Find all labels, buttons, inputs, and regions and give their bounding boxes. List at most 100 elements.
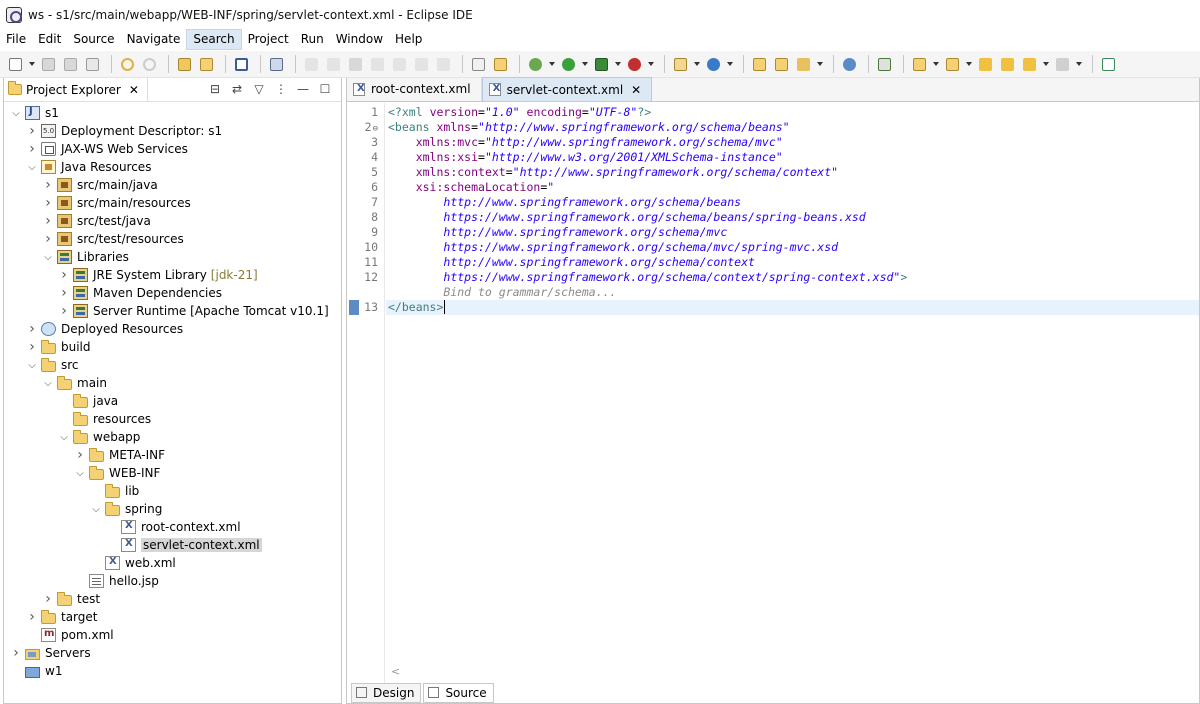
chevron-down-icon[interactable]: ⌵ [10, 104, 22, 122]
close-icon[interactable]: ✕ [129, 83, 139, 97]
run-icon[interactable] [559, 55, 577, 73]
forward-dropdown-icon[interactable] [1075, 55, 1082, 73]
new-icon[interactable] [6, 55, 24, 73]
tree-item-deployment-descriptor-s1[interactable]: › Deployment Descriptor: s1 [26, 122, 222, 140]
pin-icon[interactable] [998, 55, 1016, 73]
chevron-right-icon[interactable]: › [26, 122, 38, 140]
filter-icon[interactable]: ▽ [251, 81, 267, 97]
tree-item-target[interactable]: › target [26, 608, 97, 626]
tree-item-src-main-java[interactable]: › src/main/java [42, 176, 158, 194]
forward-icon[interactable] [1053, 55, 1071, 73]
tree-item-deployed-resources[interactable]: › Deployed Resources [26, 320, 183, 338]
tree-item-maven-dependencies[interactable]: › Maven Dependencies [58, 284, 222, 302]
save-all-icon[interactable] [61, 55, 79, 73]
new-class-icon[interactable] [704, 55, 722, 73]
new-class-dropdown-icon[interactable] [726, 55, 733, 73]
new-java-project-icon[interactable] [671, 55, 689, 73]
tree-item-meta-inf[interactable]: › META-INF [74, 446, 165, 464]
tree-item-java[interactable]: java [58, 392, 118, 410]
tree-item-spring[interactable]: ⌵ spring [90, 500, 162, 518]
new-java-project-dropdown-icon[interactable] [693, 55, 700, 73]
chevron-right-icon[interactable]: › [26, 140, 38, 158]
search-icon[interactable] [875, 55, 893, 73]
collapse-all-icon[interactable]: ⊟ [207, 81, 223, 97]
coverage-icon[interactable] [592, 55, 610, 73]
back-icon[interactable] [1020, 55, 1038, 73]
maximize-icon[interactable]: ☐ [317, 81, 333, 97]
skip-breakpoints-icon[interactable] [267, 55, 285, 73]
print-icon[interactable] [83, 55, 101, 73]
tree-item-test[interactable]: › test [42, 590, 100, 608]
chevron-right-icon[interactable]: › [26, 608, 38, 626]
tab-design[interactable]: Design [351, 682, 422, 703]
tree-item-java-resources[interactable]: ⌵ Java Resources [26, 158, 151, 176]
chevron-right-icon[interactable]: › [42, 194, 54, 212]
run-dropdown-icon[interactable] [581, 55, 588, 73]
chevron-right-icon[interactable]: › [42, 230, 54, 248]
chevron-down-icon[interactable]: ⌵ [42, 374, 54, 392]
open-folder-icon[interactable] [750, 55, 768, 73]
chevron-down-icon[interactable]: ⌵ [74, 464, 86, 482]
open-resource-icon[interactable] [197, 55, 215, 73]
tab-project-explorer[interactable]: Project Explorer ✕ [4, 77, 148, 102]
tree-item-lib[interactable]: lib [90, 482, 139, 500]
resume-icon[interactable] [302, 55, 320, 73]
chevron-right-icon[interactable]: › [58, 266, 70, 284]
minimize-icon[interactable]: — [295, 81, 311, 97]
external-tools-dropdown-icon[interactable] [647, 55, 654, 73]
external-tools-icon[interactable] [625, 55, 643, 73]
chevron-down-icon[interactable]: ⌵ [58, 428, 70, 446]
tree-item-s1[interactable]: ⌵ s1 [10, 104, 59, 122]
step-over-icon[interactable] [412, 55, 430, 73]
menu-run[interactable]: Run [295, 29, 330, 50]
tree-item-web-xml[interactable]: web.xml [90, 554, 176, 572]
tree-item-servlet-context-xml[interactable]: servlet-context.xml [106, 536, 262, 554]
link-with-editor-icon[interactable]: ⇄ [229, 81, 245, 97]
chevron-right-icon[interactable]: › [74, 446, 86, 464]
tree-item-src-test-java[interactable]: › src/test/java [42, 212, 151, 230]
chevron-down-icon[interactable]: ⌵ [26, 356, 38, 374]
back-dropdown-icon[interactable] [1042, 55, 1049, 73]
chevron-right-icon[interactable]: › [42, 590, 54, 608]
tree-item-resources[interactable]: resources [58, 410, 151, 428]
step-into-icon[interactable] [390, 55, 408, 73]
suspend-icon[interactable] [324, 55, 342, 73]
disconnect-icon[interactable] [368, 55, 386, 73]
tree-item-src-test-resources[interactable]: › src/test/resources [42, 230, 184, 248]
editor-tab-root-context-xml[interactable]: root-context.xml [347, 77, 482, 101]
menu-project[interactable]: Project [242, 29, 295, 50]
chevron-right-icon[interactable]: › [42, 212, 54, 230]
pen-dropdown-icon[interactable] [816, 55, 823, 73]
open-perspective-icon[interactable] [1099, 55, 1117, 73]
menu-file[interactable]: File [0, 29, 32, 50]
chevron-right-icon[interactable]: › [26, 320, 38, 338]
chevron-down-icon[interactable]: ⌵ [42, 248, 54, 266]
tree-item-pom-xml[interactable]: pom.xml [26, 626, 114, 644]
coverage-dropdown-icon[interactable] [614, 55, 621, 73]
tree-item-src[interactable]: ⌵ src [26, 356, 79, 374]
debug-dropdown-icon[interactable] [548, 55, 555, 73]
terminate-icon[interactable] [346, 55, 364, 73]
horizontal-scrollbar[interactable]: < [385, 665, 1199, 681]
close-icon[interactable]: ✕ [631, 83, 641, 97]
pen-icon[interactable] [794, 55, 812, 73]
undo-icon[interactable] [118, 55, 136, 73]
tree-item-build[interactable]: › build [26, 338, 90, 356]
tree-item-webapp[interactable]: ⌵ webapp [58, 428, 140, 446]
step-return-icon[interactable] [434, 55, 452, 73]
tree-item-jre-system-library[interactable]: › JRE System Library [jdk-21] [58, 266, 257, 284]
open-project-icon[interactable] [772, 55, 790, 73]
tree-item-jax-ws-web-services[interactable]: › JAX-WS Web Services [26, 140, 188, 158]
xml-format-icon[interactable] [491, 55, 509, 73]
chevron-right-icon[interactable]: › [58, 284, 70, 302]
tree-item-src-main-resources[interactable]: › src/main/resources [42, 194, 191, 212]
chevron-down-icon[interactable]: ⌵ [90, 500, 102, 518]
save-icon[interactable] [39, 55, 57, 73]
previous-annotation-dropdown-icon[interactable] [965, 55, 972, 73]
menu-navigate[interactable]: Navigate [121, 29, 187, 50]
chevron-down-icon[interactable]: ⌵ [26, 158, 38, 176]
chevron-right-icon[interactable]: › [58, 302, 70, 320]
menu-window[interactable]: Window [330, 29, 389, 50]
new-dropdown-icon[interactable] [28, 55, 35, 73]
debug-icon[interactable] [526, 55, 544, 73]
